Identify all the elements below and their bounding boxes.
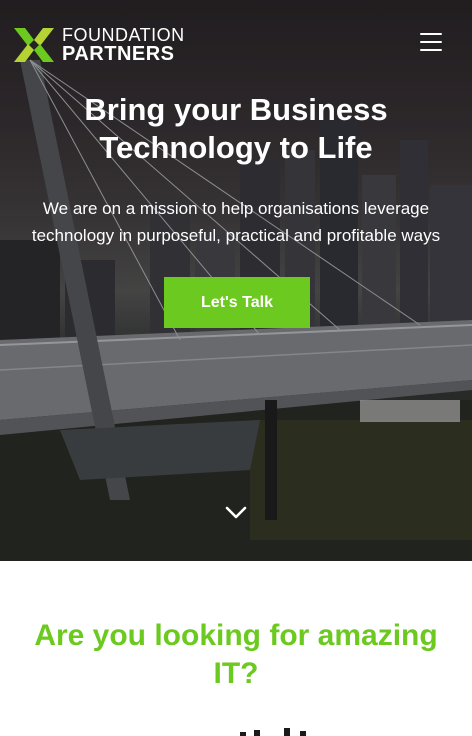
hero-section: FOUNDATION PARTNERS Bring your Business … [0,0,472,561]
section-title: Are you looking for amazing IT? [34,619,438,690]
hero-subtitle: We are on a mission to help organisation… [31,199,441,245]
hamburger-menu-icon[interactable] [420,33,444,53]
lets-talk-button[interactable]: Let's Talk [164,277,310,328]
hero-title: Bring your Business Technology to Life [84,92,388,165]
logo[interactable]: FOUNDATION PARTNERS [14,24,184,66]
logo-mark-icon [14,28,54,62]
logo-text-partners: PARTNERS [62,43,175,65]
chevron-down-icon[interactable] [224,505,248,521]
next-heading-partial [240,728,306,736]
